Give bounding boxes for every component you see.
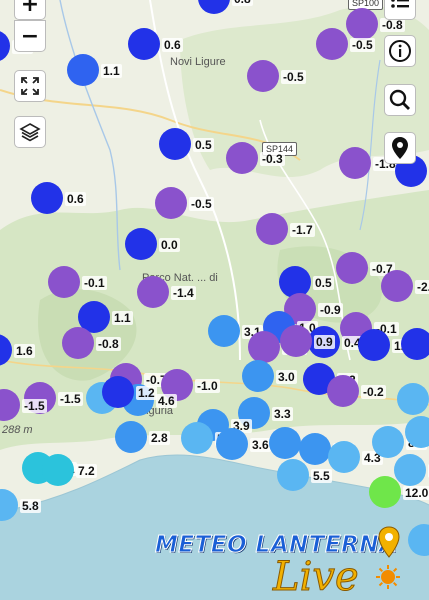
temperature-label: -1.4: [171, 286, 196, 300]
temperature-label: -0.5: [350, 38, 375, 52]
temperature-label: 5.5: [311, 469, 332, 483]
temperature-label: 1.1: [112, 311, 133, 325]
station-dot[interactable]: [405, 416, 429, 448]
temperature-label: 0.9: [314, 335, 335, 349]
temperature-label: 7.2: [76, 464, 97, 478]
station-dot[interactable]: [128, 28, 160, 60]
temperature-label: -0.1: [82, 276, 107, 290]
station-dot[interactable]: [346, 8, 378, 40]
fullscreen-button[interactable]: [14, 70, 46, 102]
temperature-label: -0.5: [281, 70, 306, 84]
lighthouse-pin-icon: [378, 526, 400, 558]
station-dot[interactable]: [208, 315, 240, 347]
zoom-out-button[interactable]: −: [14, 20, 46, 52]
temperature-label: 0.6: [162, 38, 183, 52]
layers-icon: [19, 123, 41, 142]
station-dot[interactable]: [102, 376, 134, 408]
temperature-label: 5.8: [20, 499, 41, 513]
station-dot[interactable]: [42, 454, 74, 486]
station-dot[interactable]: [394, 454, 426, 486]
temperature-label: 1.6: [14, 344, 35, 358]
station-dot[interactable]: [242, 360, 274, 392]
temperature-label: 3.3: [272, 407, 293, 421]
station-dot[interactable]: [181, 422, 213, 454]
zoom-in-button[interactable]: +: [14, 0, 46, 20]
station-dot[interactable]: [277, 459, 309, 491]
layers-button[interactable]: [14, 116, 46, 148]
temperature-label: -1.5: [22, 399, 47, 413]
station-dot[interactable]: [269, 427, 301, 459]
station-dot[interactable]: [159, 128, 191, 160]
list-icon: [391, 0, 409, 8]
temperature-label: 2.8: [149, 431, 170, 445]
temperature-label: 0.5: [313, 276, 334, 290]
temperature-label: 1.2: [136, 386, 157, 400]
station-dot[interactable]: [369, 476, 401, 508]
brand-subtitle: Live: [273, 554, 360, 600]
station-dot[interactable]: [226, 142, 258, 174]
plus-icon: +: [20, 0, 40, 17]
temperature-label: -0.3: [260, 152, 285, 166]
station-dot[interactable]: [358, 329, 390, 361]
minus-icon: −: [20, 23, 40, 49]
station-dot[interactable]: [316, 28, 348, 60]
temperature-label: -0.8: [380, 18, 405, 32]
station-dot[interactable]: [48, 266, 80, 298]
station-dot[interactable]: [256, 213, 288, 245]
station-dot[interactable]: [216, 428, 248, 460]
map-pin-icon: [392, 137, 408, 159]
weather-map[interactable]: Novi Ligure Parco Nat. ... di Liguria 28…: [0, 0, 429, 600]
station-dot[interactable]: [381, 270, 413, 302]
station-dot[interactable]: [31, 182, 63, 214]
station-dot[interactable]: [336, 252, 368, 284]
temperature-label: -1.7: [290, 223, 315, 237]
temperature-label: 3.6: [250, 438, 271, 452]
place-label-novi-ligure: Novi Ligure: [170, 56, 226, 68]
info-button[interactable]: [384, 35, 416, 67]
info-icon: [389, 40, 411, 62]
station-dot[interactable]: [401, 328, 429, 360]
temperature-label: 1.1: [101, 64, 122, 78]
station-dot[interactable]: [299, 433, 331, 465]
station-dot[interactable]: [115, 421, 147, 453]
temperature-label: -0.9: [318, 303, 343, 317]
temperature-label: 0.0: [159, 238, 180, 252]
station-dot[interactable]: [280, 325, 312, 357]
temperature-label: -1.0: [195, 379, 220, 393]
temperature-label: -2.0: [415, 280, 429, 294]
list-button[interactable]: [384, 0, 416, 20]
expand-icon: [21, 77, 39, 95]
temperature-label: -0.8: [96, 337, 121, 351]
temperature-label: 3.0: [276, 370, 297, 384]
place-label-elevation: 288 m: [2, 424, 33, 436]
search-button[interactable]: [384, 84, 416, 116]
station-dot[interactable]: [247, 60, 279, 92]
brand-logo: METEO LANTERNA Live: [154, 526, 429, 600]
sun-icon: [376, 565, 400, 589]
temperature-label: 4.6: [156, 394, 177, 408]
station-dot[interactable]: [155, 187, 187, 219]
station-dot[interactable]: [397, 383, 429, 415]
station-dot[interactable]: [339, 147, 371, 179]
temperature-label: 12.0: [403, 486, 429, 500]
station-dot[interactable]: [137, 276, 169, 308]
temperature-label: 0.5: [193, 138, 214, 152]
temperature-label: -0.2: [361, 385, 386, 399]
station-dot[interactable]: [125, 228, 157, 260]
location-button[interactable]: [384, 132, 416, 164]
station-dot[interactable]: [328, 441, 360, 473]
temperature-label: -1.5: [58, 392, 83, 406]
temperature-label: -0.5: [189, 197, 214, 211]
basemap: [0, 0, 429, 600]
station-dot[interactable]: [248, 331, 280, 363]
station-dot[interactable]: [67, 54, 99, 86]
station-dot[interactable]: [62, 327, 94, 359]
temperature-label: 0.6: [65, 192, 86, 206]
station-dot[interactable]: [327, 375, 359, 407]
search-icon: [389, 89, 410, 110]
station-dot[interactable]: [372, 426, 404, 458]
temperature-label: 0.8: [232, 0, 253, 6]
